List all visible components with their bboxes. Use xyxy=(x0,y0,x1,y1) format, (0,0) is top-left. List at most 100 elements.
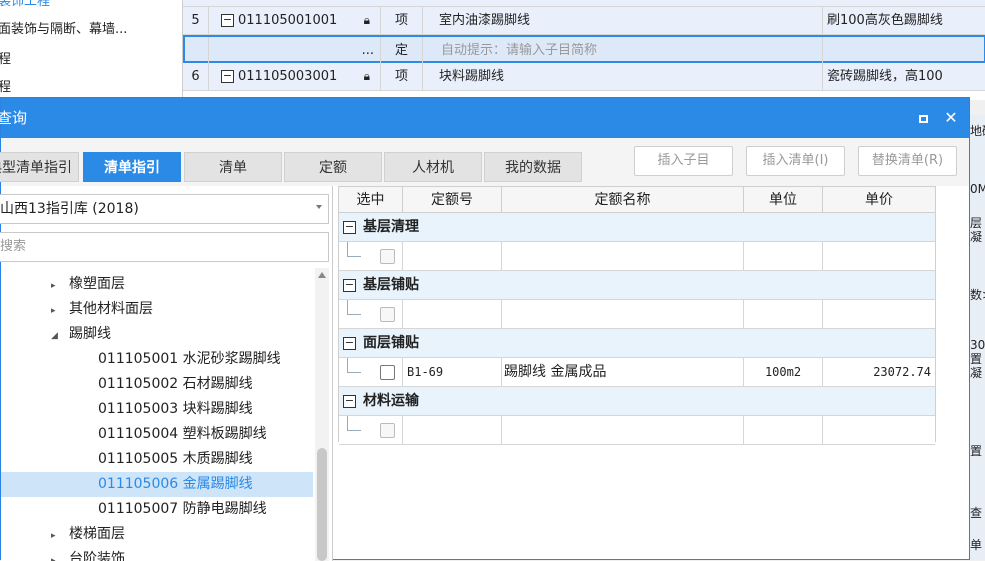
row-checkbox[interactable] xyxy=(380,365,395,380)
quota-unit-price: 23072.74 xyxy=(873,365,931,379)
quota-code: B1-69 xyxy=(403,358,502,386)
quota-unit: 100m2 xyxy=(744,358,823,386)
guide-tree: ▸ 橡塑面层 ▸ 其他材料面层 ◢ 踢脚线 011105001 水泥砂浆踢脚线 011… xyxy=(1,268,331,561)
bg-tree-item[interactable]: 面装饰与隔断、幕墙... xyxy=(0,18,127,37)
feature-cell[interactable]: 瓷砖踢脚线，高100 xyxy=(823,63,985,91)
lock-icon: 🔒︎ xyxy=(363,69,370,83)
tree-leaf[interactable]: 011105007 防静电踢脚线 xyxy=(98,497,267,522)
row-number: 6 xyxy=(183,63,209,91)
lock-icon: 🔒︎ xyxy=(363,13,370,27)
col-unit-price[interactable]: 单价 xyxy=(823,187,935,213)
group-name: 面层铺贴 xyxy=(363,335,419,351)
expand-icon[interactable]: ▸ xyxy=(51,299,69,324)
bg-tree-item[interactable]: 程 xyxy=(0,76,11,95)
bill-row-editing[interactable]: ... 定 自动提示：请输入子目简称 xyxy=(183,35,985,65)
group-name: 基层清理 xyxy=(363,219,419,235)
bill-grid: 5 −011105001001 🔒︎ 项 室内油漆踢脚线 刷100高灰色踢脚线 … xyxy=(182,0,985,100)
tab-quota[interactable]: 定额 xyxy=(284,152,382,182)
collapse-icon[interactable]: ◢ xyxy=(51,324,69,349)
chevron-down-icon[interactable] xyxy=(316,205,322,209)
dialog-titlebar[interactable]: 查询 ✕ xyxy=(0,98,969,138)
tree-leaf-selected[interactable]: 011105006 金属踢脚线 xyxy=(1,472,313,497)
guide-panel: 山西13指引库 (2018) 搜索 ▸ 橡塑面层 ▸ 其他材料面层 ◢ 踢脚线 011… xyxy=(0,186,333,561)
tree-scrollbar[interactable] xyxy=(315,268,329,561)
more-button[interactable]: ... xyxy=(209,37,381,65)
tree-leaf[interactable]: 011105005 木质踢脚线 xyxy=(98,447,253,472)
collapse-icon[interactable]: − xyxy=(221,14,234,27)
tree-leaf[interactable]: 011105001 水泥砂浆踢脚线 xyxy=(98,347,281,372)
bg-tree-item[interactable]: 程 xyxy=(0,48,11,67)
auto-hint[interactable]: 自动提示：请输入子目简称 xyxy=(423,37,823,65)
quota-row[interactable] xyxy=(339,416,935,445)
search-input[interactable]: 搜索 xyxy=(0,232,329,262)
col-unit[interactable]: 单位 xyxy=(744,187,823,213)
expand-icon[interactable]: ▸ xyxy=(51,549,69,561)
tab-my-data[interactable]: 我的数据 xyxy=(484,152,582,182)
name-cell[interactable]: 室内油漆踢脚线 xyxy=(423,7,823,35)
tree-leaf[interactable]: 011105002 石材踢脚线 xyxy=(98,372,253,397)
feature-cell[interactable]: 刷100高灰色踢脚线 xyxy=(823,7,985,35)
tree-leaf[interactable]: 011105003 块料踢脚线 xyxy=(98,397,253,422)
tree-node[interactable]: ◢ 踢脚线 xyxy=(51,322,111,347)
background-tree: 装饰工程 面装饰与隔断、幕墙... 程 程 xyxy=(0,0,182,100)
group-name: 基层铺贴 xyxy=(363,277,419,293)
collapse-icon[interactable]: − xyxy=(221,70,234,83)
insert-sub-button[interactable]: 插入子目 xyxy=(634,146,733,176)
collapse-icon[interactable]: − xyxy=(343,279,356,292)
bg-tree-item[interactable]: 装饰工程 xyxy=(0,0,50,9)
maximize-icon[interactable] xyxy=(913,108,933,128)
expand-icon[interactable]: ▸ xyxy=(51,274,69,299)
quota-name: 踢脚线 金属成品 xyxy=(502,358,744,386)
tab-typical-bill-guide[interactable]: 典型清单指引 xyxy=(0,152,79,182)
tab-labor-material-machine[interactable]: 人材机 xyxy=(384,152,482,182)
name-cell[interactable]: 块料踢脚线 xyxy=(423,63,823,91)
type-cell: 项 xyxy=(381,63,423,91)
replace-bill-button[interactable]: 替换清单(R) xyxy=(858,146,957,176)
type-cell: 项 xyxy=(381,7,423,35)
background-window: 装饰工程 面装饰与隔断、幕墙... 程 程 5 −011105001001 🔒︎… xyxy=(0,0,985,100)
row-number: 5 xyxy=(183,7,209,35)
group-row[interactable]: − 面层铺贴 xyxy=(339,329,935,358)
group-row[interactable]: − 基层清理 xyxy=(339,213,935,242)
tab-bill[interactable]: 清单 xyxy=(184,152,282,182)
row-checkbox[interactable] xyxy=(380,307,395,322)
dialog-title: 查询 xyxy=(0,109,28,127)
bill-code-cell[interactable]: −011105003001 🔒︎ xyxy=(209,63,381,91)
group-name: 材料运输 xyxy=(363,393,419,409)
collapse-icon[interactable]: − xyxy=(343,337,356,350)
quota-row[interactable]: B1-69 踢脚线 金属成品 100m2 23072.74 xyxy=(339,358,935,387)
expand-icon[interactable]: ▸ xyxy=(51,524,69,549)
close-icon[interactable]: ✕ xyxy=(941,108,961,128)
grid-header: 选中 定额号 定额名称 单位 单价 xyxy=(339,187,935,213)
tree-node[interactable]: ▸ 台阶装饰 xyxy=(51,547,125,561)
insert-bill-button[interactable]: 插入清单(I) xyxy=(746,146,845,176)
tab-bill-guide[interactable]: 清单指引 xyxy=(83,152,181,182)
bill-row[interactable]: 6 −011105003001 🔒︎ 项 块料踢脚线 瓷砖踢脚线，高100 xyxy=(183,63,985,91)
tree-node[interactable]: ▸ 楼梯面层 xyxy=(51,522,125,547)
tree-node[interactable]: ▸ 其他材料面层 xyxy=(51,297,153,322)
collapse-icon[interactable]: − xyxy=(343,395,356,408)
col-select[interactable]: 选中 xyxy=(339,187,403,213)
library-select-value: 山西13指引库 (2018) xyxy=(0,201,139,217)
type-cell: 定 xyxy=(381,37,423,65)
bill-code-cell[interactable]: −011105001001 🔒︎ xyxy=(209,7,381,35)
scroll-up-icon[interactable] xyxy=(318,272,326,278)
quota-row[interactable] xyxy=(339,242,935,271)
collapse-icon[interactable]: − xyxy=(343,221,356,234)
search-placeholder: 搜索 xyxy=(0,239,27,254)
col-quota-code[interactable]: 定额号 xyxy=(403,187,502,213)
scroll-thumb[interactable] xyxy=(317,448,327,561)
bill-row[interactable]: 5 −011105001001 🔒︎ 项 室内油漆踢脚线 刷100高灰色踢脚线 xyxy=(183,7,985,35)
row-checkbox[interactable] xyxy=(380,249,395,264)
tab-bar: 典型清单指引 清单指引 清单 定额 人材机 我的数据 插入子目 插入清单(I) … xyxy=(0,138,969,186)
tree-leaf[interactable]: 011105004 塑料板踢脚线 xyxy=(98,422,267,447)
group-row[interactable]: − 材料运输 xyxy=(339,387,935,416)
col-quota-name[interactable]: 定额名称 xyxy=(502,187,744,213)
row-checkbox[interactable] xyxy=(380,423,395,438)
quota-row[interactable] xyxy=(339,300,935,329)
tree-node[interactable]: ▸ 橡塑面层 xyxy=(51,272,125,297)
group-row[interactable]: − 基层铺贴 xyxy=(339,271,935,300)
library-select[interactable]: 山西13指引库 (2018) xyxy=(0,194,329,224)
quota-grid: 选中 定额号 定额名称 单位 单价 − 基层清理 − 基层铺贴 − 面层铺贴 B… xyxy=(338,186,936,445)
query-dialog: 查询 ✕ 典型清单指引 清单指引 清单 定额 人材机 我的数据 插入子目 插入清… xyxy=(0,97,970,561)
